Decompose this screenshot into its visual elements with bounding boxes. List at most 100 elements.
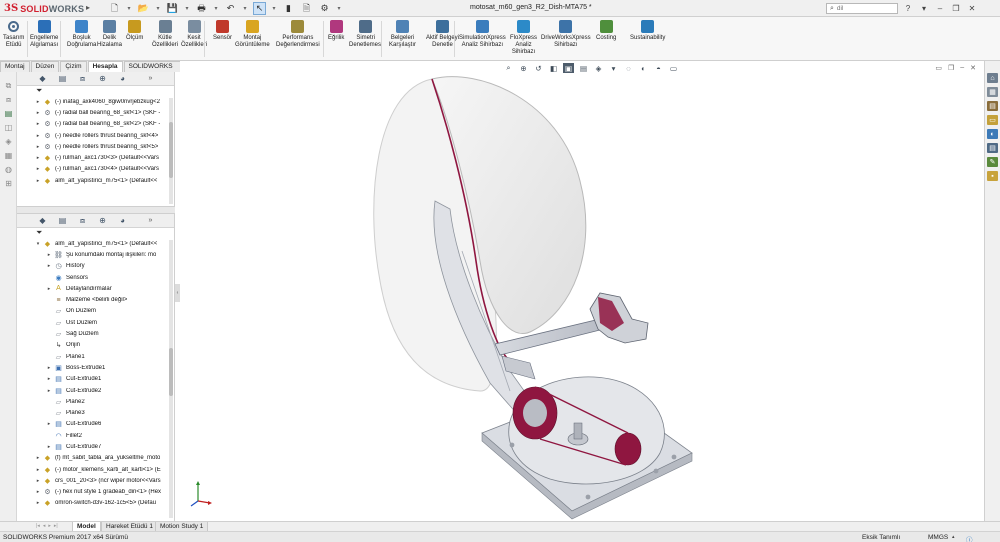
expand-toggle-icon[interactable]: ▸ <box>46 365 52 371</box>
solidworks-resources-icon[interactable]: ⌂ <box>987 73 998 83</box>
display-manager-tab-icon[interactable]: ◕ <box>117 215 128 226</box>
tree-item[interactable]: ▱ Ön Düzlem <box>17 306 174 317</box>
chevron-down-icon[interactable]: ▾ <box>184 2 190 15</box>
help-icon[interactable]: ? <box>902 2 914 14</box>
file-properties-icon[interactable]: 🗎 <box>300 2 313 15</box>
tree-item[interactable]: ◠ Fillet2 <box>17 430 174 441</box>
expand-toggle-icon[interactable]: ▸ <box>46 263 52 269</box>
open-folder-icon[interactable]: 📂 <box>137 2 150 15</box>
design-library-icon[interactable]: ▦ <box>987 87 998 97</box>
tree-item[interactable]: ▱ Plane3 <box>17 407 174 418</box>
tree-item[interactable]: ▸ ◆ (-) rulman_axc1730<4> (Default<<Vars <box>17 164 174 175</box>
command-button[interactable]: Sustainability <box>630 20 665 42</box>
command-button[interactable]: Montaj Görüntüleme <box>235 20 270 49</box>
chevron-down-icon[interactable]: ▾ <box>126 2 132 15</box>
clearance-icon[interactable]: ⧈ <box>3 94 14 105</box>
rebuild-icon[interactable]: ▮ <box>282 2 295 15</box>
save-icon[interactable]: 💾 <box>166 2 179 15</box>
command-button[interactable]: Engelleme Algılaması <box>30 20 58 49</box>
expand-toggle-icon[interactable]: ▸ <box>35 133 41 139</box>
solidworks-forum-icon[interactable]: ✎ <box>987 157 998 167</box>
chevron-down-icon[interactable]: ▾ <box>242 2 248 15</box>
undo-icon[interactable]: ↶ <box>224 2 237 15</box>
interference-icon[interactable]: ⧉ <box>3 80 14 91</box>
select-pointer-icon[interactable]: ↖ <box>253 2 266 15</box>
feature-manager-tab-icon[interactable]: ◆ <box>37 73 48 84</box>
expand-toggle-icon[interactable]: ▸ <box>35 110 41 116</box>
feature-manager-tab-icon[interactable]: ◆ <box>37 215 48 226</box>
close-icon[interactable]: ✕ <box>966 2 978 14</box>
dimxpert-tab-icon[interactable]: ⊕ <box>97 73 108 84</box>
tree-item[interactable]: ↳ Orijin <box>17 340 174 351</box>
tree-item[interactable]: ▸ ◆ crs_001_20<3> (ncr wiper motor<<Vars <box>17 475 174 486</box>
expand-toggle-icon[interactable]: ▾ <box>35 241 41 247</box>
tree-filter[interactable]: ⏷ <box>17 228 174 238</box>
zoom-strip-icon[interactable]: ⊞ <box>3 178 14 189</box>
command-button[interactable]: Simetri Denetlemesi <box>349 20 382 49</box>
expand-toggle-icon[interactable]: ▸ <box>46 252 52 258</box>
tree-item[interactable]: ▸ ⚙ (-) radial ball bearing_68_skf<1> (SKF… <box>17 107 174 118</box>
configuration-manager-tab-icon[interactable]: ⧈ <box>77 73 88 84</box>
first-tab-icon[interactable]: |◂ <box>36 523 40 529</box>
chevron-down-icon[interactable]: ▾ <box>155 2 161 15</box>
tree-item[interactable]: ▸ ▣ Boss-Extrude1 <box>17 362 174 373</box>
tree-item[interactable]: ▸ ⛓ Şu konumdaki montaj ilişkileri: mo <box>17 249 174 260</box>
expand-toggle-icon[interactable]: ▸ <box>35 178 41 184</box>
tree-item[interactable]: ▸ ⚙ (-) needle rollers thrust bearing_skf<… <box>17 130 174 141</box>
top-panel-scrollbar[interactable] <box>169 98 173 204</box>
tree-item[interactable]: ▸ ▤ Cut-Extrude2 <box>17 385 174 396</box>
restore-icon[interactable]: ❐ <box>950 2 962 14</box>
options-gear-icon[interactable]: ⚙ <box>318 2 331 15</box>
chevron-down-icon[interactable]: ▾ <box>271 2 277 15</box>
command-button[interactable]: Costing <box>596 20 616 42</box>
display-pane-icon[interactable]: ▦ <box>3 150 14 161</box>
last-tab-icon[interactable]: ▸| <box>54 523 58 529</box>
mass-props-icon[interactable]: ◈ <box>3 136 14 147</box>
tree-item[interactable]: ▸ ▤ Cut-Extrude7 <box>17 441 174 452</box>
design-study-button[interactable]: Tasarım Etüdü <box>3 20 24 49</box>
expand-toggle-icon[interactable]: ▸ <box>35 155 41 161</box>
measure-tool-icon[interactable]: ▤ <box>3 108 14 119</box>
more-tabs-icon[interactable]: » <box>145 73 156 84</box>
expand-toggle-icon[interactable]: ▸ <box>46 286 52 292</box>
tab-cizim[interactable]: Çizim <box>60 61 87 72</box>
expand-toggle-icon[interactable]: ▸ <box>35 478 41 484</box>
tab-hesapla[interactable]: Hesapla <box>87 61 123 72</box>
solidworks-logo[interactable]: 3S SOLIDWORKS <box>4 2 84 15</box>
more-tabs-icon[interactable]: » <box>145 215 156 226</box>
appearances-icon[interactable]: ◐ <box>987 129 998 139</box>
bottom-panel-scrollbar[interactable] <box>169 240 173 518</box>
tree-item[interactable]: ▸ ◆ (-) rulman_axc1730<3> (Default<<Vars <box>17 152 174 163</box>
tree-item[interactable]: ▱ Üst Düzlem <box>17 317 174 328</box>
expand-toggle-icon[interactable]: ▸ <box>35 99 41 105</box>
expand-toggle-icon[interactable]: ▸ <box>35 500 41 506</box>
expand-toggle-icon[interactable]: ▸ <box>46 421 52 427</box>
tree-item[interactable]: ▸ ◷ History <box>17 261 174 272</box>
chevron-down-icon[interactable]: ▾ <box>918 2 930 14</box>
expand-toggle-icon[interactable]: ▸ <box>35 455 41 461</box>
expand-toggle-icon[interactable]: ▸ <box>35 144 41 150</box>
command-button[interactable]: Ölçüm <box>126 20 143 42</box>
expand-toggle-icon[interactable]: ▸ <box>35 489 41 495</box>
print-icon[interactable]: 🖶 <box>195 2 208 15</box>
prev-tab-icon[interactable]: ◂ <box>43 523 46 529</box>
dimxpert-tab-icon[interactable]: ⊕ <box>97 215 108 226</box>
command-button[interactable]: Belgeleri Karşılaştır <box>389 20 416 49</box>
new-document-icon[interactable]: 🗋 <box>108 2 121 15</box>
command-button[interactable]: SimulationXpress Analiz Sihirbazı <box>459 20 506 49</box>
search-input[interactable]: ⌕ dil <box>826 3 898 14</box>
next-tab-icon[interactable]: ▸ <box>48 523 51 529</box>
tree-item[interactable]: ▸ ⚙ (-) needle rollers thrust bearing_skf<… <box>17 141 174 152</box>
expand-toggle-icon[interactable]: ▸ <box>35 166 41 172</box>
expand-toggle-icon[interactable]: ▸ <box>35 121 41 127</box>
command-button[interactable]: Kütle Özellikleri <box>152 20 178 49</box>
bottom-panel-scroll-thumb[interactable] <box>169 348 173 396</box>
tab-duzen[interactable]: Düzen <box>30 61 60 72</box>
view-palette-icon[interactable]: ▭ <box>987 115 998 125</box>
command-button[interactable]: DriveWorksXpress Sihirbazı <box>541 20 591 49</box>
property-manager-tab-icon[interactable]: ▤ <box>57 73 68 84</box>
menu-expand-icon[interactable]: ▸ <box>86 3 90 12</box>
command-button[interactable]: FloXpress Analiz Sihirbazı <box>510 20 537 56</box>
tree-item[interactable]: ▸ ◆ (f) mt_sabit_tabla_ara_yukseltme_moto <box>17 453 174 464</box>
tree-item[interactable]: ▸ ◆ (-) motor_klemens_karti_alt_karti<1> (… <box>17 464 174 475</box>
